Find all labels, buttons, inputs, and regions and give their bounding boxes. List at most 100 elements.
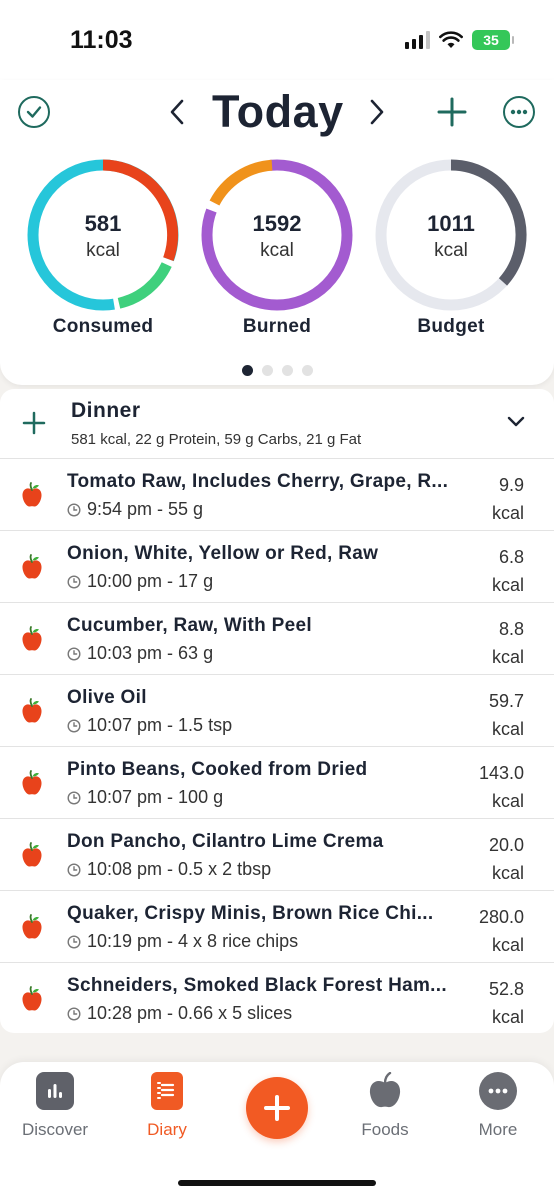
- bar-chart-icon: [36, 1072, 74, 1110]
- food-calories-value: 52.8: [488, 979, 524, 999]
- food-calories-value: 6.8: [498, 547, 524, 567]
- apple-icon: [21, 986, 43, 1012]
- food-item[interactable]: Cucumber, Raw, With Peel 10:03 pm - 63 g 8…: [0, 603, 554, 675]
- plus-icon: [264, 1095, 290, 1121]
- meal-header[interactable]: Dinner 581 kcal, 22 g Protein, 59 g Carb…: [0, 389, 554, 459]
- food-time-amount: 10:07 pm - 1.5 tsp: [87, 715, 233, 735]
- clock-icon: [67, 646, 81, 661]
- food-item[interactable]: Onion, White, Yellow or Red, Raw 10:00 pm…: [0, 531, 554, 603]
- food-time-amount: 10:28 pm - 0.66 x 5 slices: [87, 1003, 293, 1023]
- clock-icon: [67, 574, 81, 589]
- page-title: Today: [212, 86, 344, 137]
- plus-icon[interactable]: [434, 94, 470, 130]
- consumed-ring[interactable]: 581 kcal Consumed: [24, 156, 182, 337]
- status-bar: 11:03 35: [0, 0, 554, 80]
- more-horizontal-icon: [479, 1072, 517, 1110]
- food-calories-unit: kcal: [491, 935, 524, 955]
- food-list: Tomato Raw, Includes Cherry, Grape, R...…: [0, 459, 554, 1035]
- food-item[interactable]: Pinto Beans, Cooked from Dried 10:07 pm -…: [0, 747, 554, 819]
- apple-icon: [21, 914, 43, 940]
- clock-icon: [67, 934, 81, 949]
- page-dot[interactable]: [261, 365, 273, 376]
- food-item[interactable]: Schneiders, Smoked Black Forest Ham... 10…: [0, 963, 554, 1035]
- food-calories-unit: kcal: [491, 503, 524, 523]
- food-calories-value: 9.9: [498, 475, 524, 495]
- food-item[interactable]: Quaker, Crispy Minis, Brown Rice Chi... 1…: [0, 891, 554, 963]
- food-item[interactable]: Don Pancho, Cilantro Lime Crema 10:08 pm …: [0, 819, 554, 891]
- add-entry-button[interactable]: [246, 1077, 308, 1139]
- check-circle-icon[interactable]: [18, 96, 50, 128]
- food-name: Quaker, Crispy Minis, Brown Rice Chi...: [67, 903, 434, 924]
- chevron-right-icon[interactable]: [366, 94, 388, 130]
- tab-label: Discover: [21, 1120, 89, 1139]
- food-time-amount: 10:00 pm - 17 g: [87, 571, 214, 591]
- food-calories: 9.9 kcal: [492, 471, 524, 527]
- food-name: Don Pancho, Cilantro Lime Crema: [67, 831, 384, 852]
- summary-card: Today 581 kcal Consumed 1592 kcal Burned…: [0, 80, 554, 385]
- food-calories: 143.0 kcal: [479, 759, 524, 815]
- food-time-amount: 10:08 pm - 0.5 x 2 tbsp: [87, 859, 272, 879]
- tab-more[interactable]: More: [443, 1072, 553, 1140]
- food-time-amount: 10:19 pm - 4 x 8 rice chips: [87, 931, 299, 951]
- food-meta: 10:07 pm - 1.5 tsp: [67, 715, 232, 736]
- chevron-left-icon[interactable]: [166, 94, 188, 130]
- budget-unit: kcal: [434, 240, 468, 261]
- food-calories-unit: kcal: [491, 647, 524, 667]
- food-time-amount: 10:07 pm - 100 g: [87, 787, 224, 807]
- date-navigation: Today: [0, 80, 554, 150]
- food-calories: 20.0 kcal: [489, 831, 524, 887]
- battery-icon: 35: [472, 30, 514, 50]
- food-name: Cucumber, Raw, With Peel: [67, 615, 312, 636]
- food-calories-unit: kcal: [491, 575, 524, 595]
- tab-label: Diary: [147, 1120, 187, 1139]
- budget-ring[interactable]: 1011 kcal Budget: [372, 156, 530, 337]
- food-calories-value: 59.7: [488, 691, 524, 711]
- notebook-icon: [151, 1072, 183, 1110]
- page-dot[interactable]: [241, 365, 253, 376]
- apple-icon: [21, 842, 43, 868]
- apple-icon: [21, 698, 43, 724]
- home-indicator: [178, 1180, 376, 1186]
- food-calories: 52.8 kcal: [489, 975, 524, 1031]
- food-meta: 10:00 pm - 17 g: [67, 571, 213, 592]
- food-calories: 6.8 kcal: [492, 543, 524, 599]
- food-calories: 59.7 kcal: [489, 687, 524, 743]
- tab-bar: Discover Diary Foods More: [0, 1062, 554, 1200]
- add-food-icon[interactable]: [22, 411, 46, 435]
- food-meta: 10:03 pm - 63 g: [67, 643, 213, 664]
- tab-foods[interactable]: Foods: [330, 1072, 440, 1140]
- status-time: 11:03: [70, 26, 133, 54]
- food-item[interactable]: Olive Oil 10:07 pm - 1.5 tsp 59.7 kcal: [0, 675, 554, 747]
- clock-icon: [67, 502, 81, 517]
- tab-discover[interactable]: Discover: [0, 1072, 110, 1140]
- page-indicator[interactable]: [0, 365, 554, 376]
- food-calories-value: 280.0: [478, 907, 524, 927]
- food-meta: 10:07 pm - 100 g: [67, 787, 223, 808]
- apple-icon: [21, 626, 43, 652]
- meal-title: Dinner: [71, 399, 141, 422]
- apple-icon: [21, 770, 43, 796]
- food-name: Tomato Raw, Includes Cherry, Grape, R...: [67, 471, 449, 492]
- food-item[interactable]: Tomato Raw, Includes Cherry, Grape, R...…: [0, 459, 554, 531]
- burned-ring[interactable]: 1592 kcal Burned: [198, 156, 356, 337]
- consumed-unit: kcal: [86, 240, 120, 261]
- food-calories-value: 8.8: [498, 619, 524, 639]
- food-time-amount: 10:03 pm - 63 g: [87, 643, 214, 663]
- page-dot[interactable]: [301, 365, 313, 376]
- clock-icon: [67, 718, 81, 733]
- consumed-value: 581: [84, 211, 122, 236]
- tab-label: Foods: [361, 1120, 409, 1139]
- more-horizontal-icon[interactable]: [503, 96, 535, 128]
- food-meta: 10:28 pm - 0.66 x 5 slices: [67, 1003, 292, 1024]
- cellular-signal-icon: [405, 31, 430, 49]
- food-name: Olive Oil: [67, 687, 147, 708]
- meal-card-dinner: Dinner 581 kcal, 22 g Protein, 59 g Carb…: [0, 389, 554, 1033]
- food-calories-unit: kcal: [491, 719, 524, 739]
- tab-diary[interactable]: Diary: [112, 1072, 222, 1140]
- food-meta: 10:19 pm - 4 x 8 rice chips: [67, 931, 298, 952]
- battery-level: 35: [483, 32, 499, 48]
- page-dot[interactable]: [281, 365, 293, 376]
- food-calories: 280.0 kcal: [479, 903, 524, 959]
- food-meta: 9:54 pm - 55 g: [67, 499, 203, 520]
- chevron-down-icon[interactable]: [506, 415, 526, 429]
